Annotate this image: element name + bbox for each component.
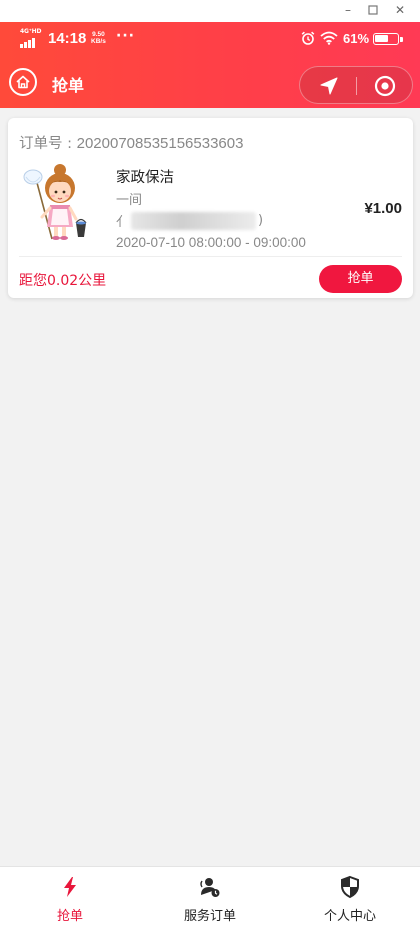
page-title: 抢单 [52, 76, 85, 95]
battery-percentage: 61% [343, 31, 370, 46]
navigation-icon[interactable] [318, 75, 340, 97]
service-name: 家政保洁 [116, 170, 174, 186]
tab-grab-order[interactable]: 抢单 [0, 867, 140, 927]
lightning-icon [64, 877, 76, 897]
status-bar: 4G⁺HD 14:18 9.50 KB/s ··· 61% [0, 22, 420, 56]
maximize-icon[interactable] [364, 2, 382, 18]
network-type: 4G⁺HD [20, 28, 42, 35]
network-speed: 9.50 KB/s [91, 31, 106, 45]
bottom-tab-bar: 抢单 服务订单 个人中心 [0, 866, 420, 927]
tab-personal-center[interactable]: 个人中心 [280, 867, 420, 927]
tab-label: 个人中心 [323, 909, 376, 924]
service-time: 2020-07-10 08:00:00 - 09:00:00 [116, 235, 306, 250]
service-quantity: 一间 [116, 193, 143, 208]
status-time: 14:18 [48, 30, 87, 47]
speed-unit: KB/s [91, 38, 106, 45]
cleaner-avatar-image [23, 164, 87, 240]
app-header: 4G⁺HD 14:18 9.50 KB/s ··· 61% 抢单 [0, 22, 420, 108]
minimize-icon[interactable]: – [339, 2, 357, 18]
service-order-icon [200, 878, 220, 897]
tab-label: 抢单 [56, 909, 83, 924]
close-icon[interactable]: ✕ [391, 2, 409, 18]
battery-fill [375, 35, 388, 42]
target-icon[interactable] [374, 75, 396, 97]
more-notifications-icon: ··· [116, 28, 135, 44]
order-card[interactable]: 订单号 : 20200708535156533603 家政保洁 一间 亻) 2… [8, 118, 413, 298]
battery-icon [373, 33, 403, 45]
window-titlebar: – ✕ [0, 0, 420, 22]
order-number: 订单号 : 20200708535156533603 [19, 132, 243, 153]
shield-icon [341, 875, 359, 899]
address-prefix: 亻 [116, 215, 130, 230]
order-price: ¥1.00 [364, 200, 402, 217]
order-number-label: 订单号 : [19, 136, 77, 152]
card-divider [19, 256, 402, 257]
mini-program-capsule [299, 66, 413, 104]
tab-service-orders[interactable]: 服务订单 [140, 867, 280, 927]
service-address: 亻 ) [116, 211, 263, 230]
address-redacted [131, 211, 257, 230]
home-icon[interactable] [9, 68, 37, 96]
tab-label: 服务订单 [183, 909, 236, 924]
speed-value: 9.50 [92, 31, 105, 38]
cellular-signal-icon: 4G⁺HD [18, 28, 42, 48]
alarm-icon [301, 31, 315, 45]
order-distance: 距您0.02公里 [19, 273, 107, 289]
order-number-value: 20200708535156533603 [76, 135, 244, 152]
address-suffix: ) [258, 213, 264, 228]
grab-order-button[interactable]: 抢单 [319, 265, 402, 293]
wifi-icon [320, 31, 338, 45]
